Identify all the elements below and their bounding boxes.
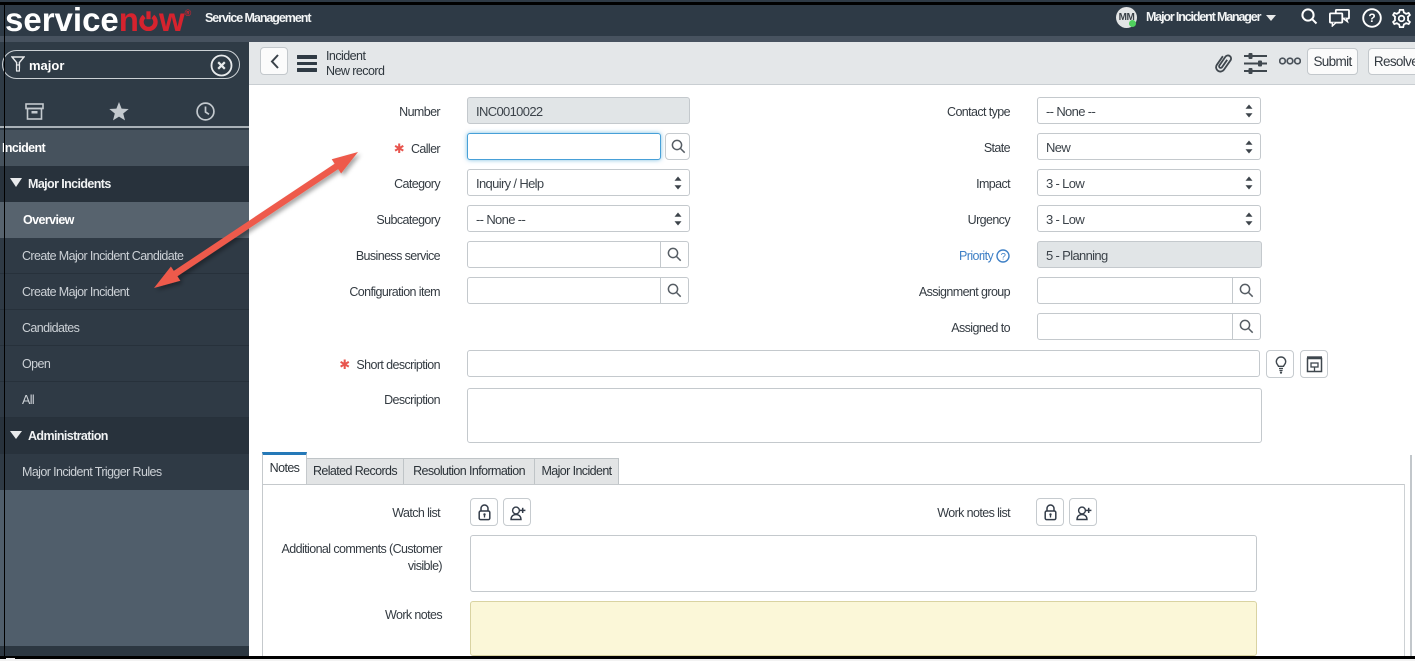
svg-text:?: ? (1001, 251, 1006, 262)
svg-text:?: ? (1368, 11, 1375, 25)
